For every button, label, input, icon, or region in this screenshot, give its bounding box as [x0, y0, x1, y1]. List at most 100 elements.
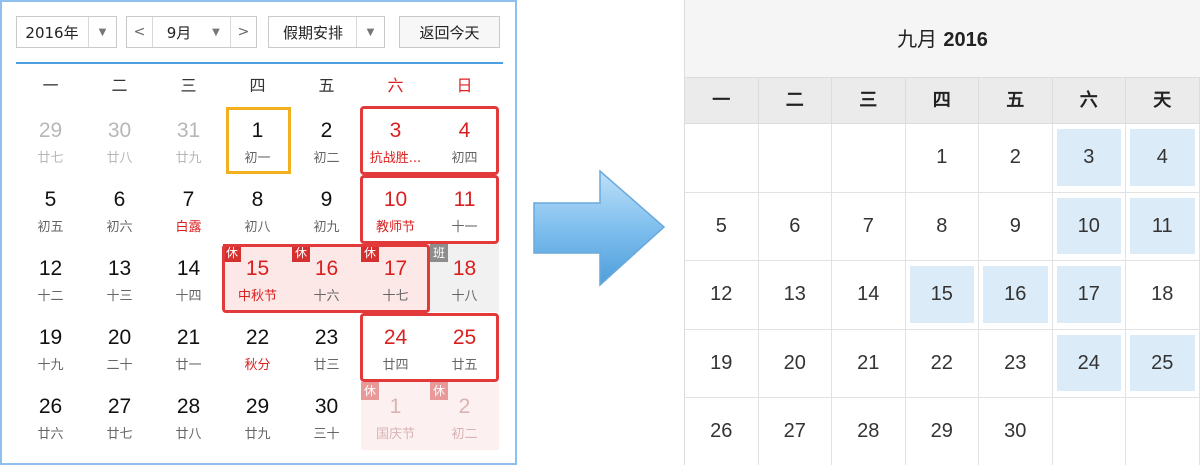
calendar-day[interactable]: 7 白露 [154, 175, 223, 243]
day-number [1053, 398, 1126, 465]
day-number: 18 [452, 257, 477, 280]
calendar-day[interactable]: 12 十二 [16, 244, 85, 312]
lunar-date: 廿七 [37, 151, 64, 166]
calendar-day[interactable]: 29 廿七 [16, 106, 85, 174]
calendar-day[interactable]: 22 秋分 [223, 313, 292, 381]
calendar-day[interactable]: 6 [758, 192, 832, 261]
day-number: 28 [176, 395, 201, 418]
calendar-day[interactable]: 15 [905, 261, 979, 330]
calendar-day[interactable]: 30 廿八 [85, 106, 154, 174]
today-button[interactable]: 返回今天 [399, 16, 500, 48]
calendar-day[interactable]: 8 初八 [223, 175, 292, 243]
calendar-day[interactable]: 休 2 初二 [430, 382, 499, 450]
calendar-day[interactable]: 13 [758, 261, 832, 330]
calendar-day[interactable]: 5 [685, 192, 759, 261]
holiday-select[interactable]: 假期安排 ▼ [268, 16, 385, 48]
calendar-day[interactable]: 5 初五 [16, 175, 85, 243]
calendar-day[interactable]: 31 廿九 [154, 106, 223, 174]
lunar-date: 白露 [175, 220, 202, 235]
lunar-date: 十九 [37, 358, 64, 373]
calendar-day[interactable]: 14 十四 [154, 244, 223, 312]
calendar-day[interactable]: 27 廿七 [85, 382, 154, 450]
calendar-day[interactable]: 班 18 十八 [430, 244, 499, 312]
calendar-day[interactable]: 2 [979, 124, 1053, 193]
calendar-day[interactable]: 13 十三 [85, 244, 154, 312]
holiday-group-outline [360, 106, 499, 175]
calendar-day[interactable]: 14 [832, 261, 906, 330]
calendar-day[interactable]: 25 [1126, 329, 1200, 398]
day-number: 22 [930, 351, 953, 374]
calendar-day[interactable]: 11 [1126, 192, 1200, 261]
day-number: 16 [1004, 283, 1027, 306]
chevron-down-icon: ▼ [88, 17, 116, 47]
lunar-date: 初九 [313, 220, 340, 235]
day-number: 10 [1077, 214, 1100, 237]
calendar-day[interactable]: 3 [1052, 124, 1126, 193]
calendar-day[interactable]: 1 [905, 124, 979, 193]
lunar-date: 十八 [451, 289, 478, 304]
calendar-day[interactable]: 9 [979, 192, 1053, 261]
day-number: 5 [44, 188, 57, 211]
calendar-day[interactable]: 28 [832, 398, 906, 465]
calendar-day[interactable]: 9 初九 [292, 175, 361, 243]
calendar-day[interactable]: 28 廿八 [154, 382, 223, 450]
calendar-day[interactable]: 29 [906, 398, 979, 465]
calendar-day[interactable]: 休 1 国庆节 [361, 382, 430, 450]
lunar-date: 初六 [106, 220, 133, 235]
calendar-day[interactable]: 26 廿六 [16, 382, 85, 450]
day-number: 2 [320, 119, 333, 142]
day-number: 24 [1077, 351, 1100, 374]
holiday-group-outline [360, 175, 499, 244]
day-number: 21 [176, 326, 201, 349]
calendar-day[interactable]: 23 廿三 [292, 313, 361, 381]
day-number: 25 [1151, 351, 1174, 374]
day-number: 13 [783, 283, 806, 306]
calendar-day[interactable]: 2 初二 [292, 106, 361, 174]
weekday-label: 日 [456, 76, 473, 95]
month-select-value[interactable]: 9月 [153, 22, 205, 43]
calendar-day[interactable]: 4 [1126, 124, 1200, 193]
calendar-day[interactable]: 21 廿一 [154, 313, 223, 381]
calendar-day[interactable]: 22 [905, 329, 979, 398]
calendar-day[interactable]: 30 [979, 398, 1053, 465]
day-number: 4 [1156, 146, 1168, 169]
calendar-day[interactable]: 7 [832, 192, 906, 261]
day-number: 9 [320, 188, 333, 211]
holiday-select-value: 假期安排 [282, 23, 343, 42]
day-number: 29 [38, 119, 63, 142]
calendar-day[interactable]: 8 [905, 192, 979, 261]
day-number: 12 [710, 283, 733, 306]
calendar-day[interactable]: 6 初六 [85, 175, 154, 243]
calendar-day[interactable]: 26 [685, 398, 759, 465]
prev-month-button[interactable]: < [127, 17, 153, 47]
chevron-down-icon[interactable]: ▼ [202, 17, 230, 47]
lunar-date: 廿三 [313, 358, 340, 373]
calendar-day[interactable]: 20 [758, 329, 832, 398]
day-number: 23 [314, 326, 339, 349]
calendar-day [685, 124, 759, 193]
year-select[interactable]: 2016年 ▼ [16, 16, 117, 48]
calendar-day[interactable]: 23 [979, 329, 1053, 398]
calendar-day[interactable]: 29 廿九 [223, 382, 292, 450]
calendar-day[interactable]: 27 [759, 398, 832, 465]
lunar-date: 二十 [106, 358, 133, 373]
arrow-right-icon [533, 169, 666, 287]
calendar-day[interactable]: 18 [1126, 261, 1200, 330]
next-month-button[interactable]: > [230, 17, 256, 47]
calendar-day[interactable]: 12 [685, 261, 759, 330]
calendar-day[interactable]: 17 [1052, 261, 1126, 330]
weekday-label: 一 [42, 76, 59, 95]
calendar-day[interactable]: 19 十九 [16, 313, 85, 381]
day-number: 2 [458, 395, 471, 418]
calendar-day[interactable]: 16 [979, 261, 1053, 330]
day-number: 9 [1009, 214, 1021, 237]
lunar-date: 廿六 [37, 427, 64, 442]
calendar-day[interactable]: 10 [1052, 192, 1126, 261]
weekday-label: 五 [979, 78, 1053, 123]
calendar-day[interactable]: 30 三十 [292, 382, 361, 450]
calendar-day[interactable]: 19 [685, 329, 759, 398]
calendar-day[interactable]: 24 [1052, 329, 1126, 398]
left-calendar-panel: 2016年 ▼ < 9月 ▼ > 假期安排 ▼ 返回今天 一二三四五六日 29 廿… [0, 0, 517, 465]
calendar-day[interactable]: 20 二十 [85, 313, 154, 381]
calendar-day[interactable]: 21 [832, 329, 906, 398]
